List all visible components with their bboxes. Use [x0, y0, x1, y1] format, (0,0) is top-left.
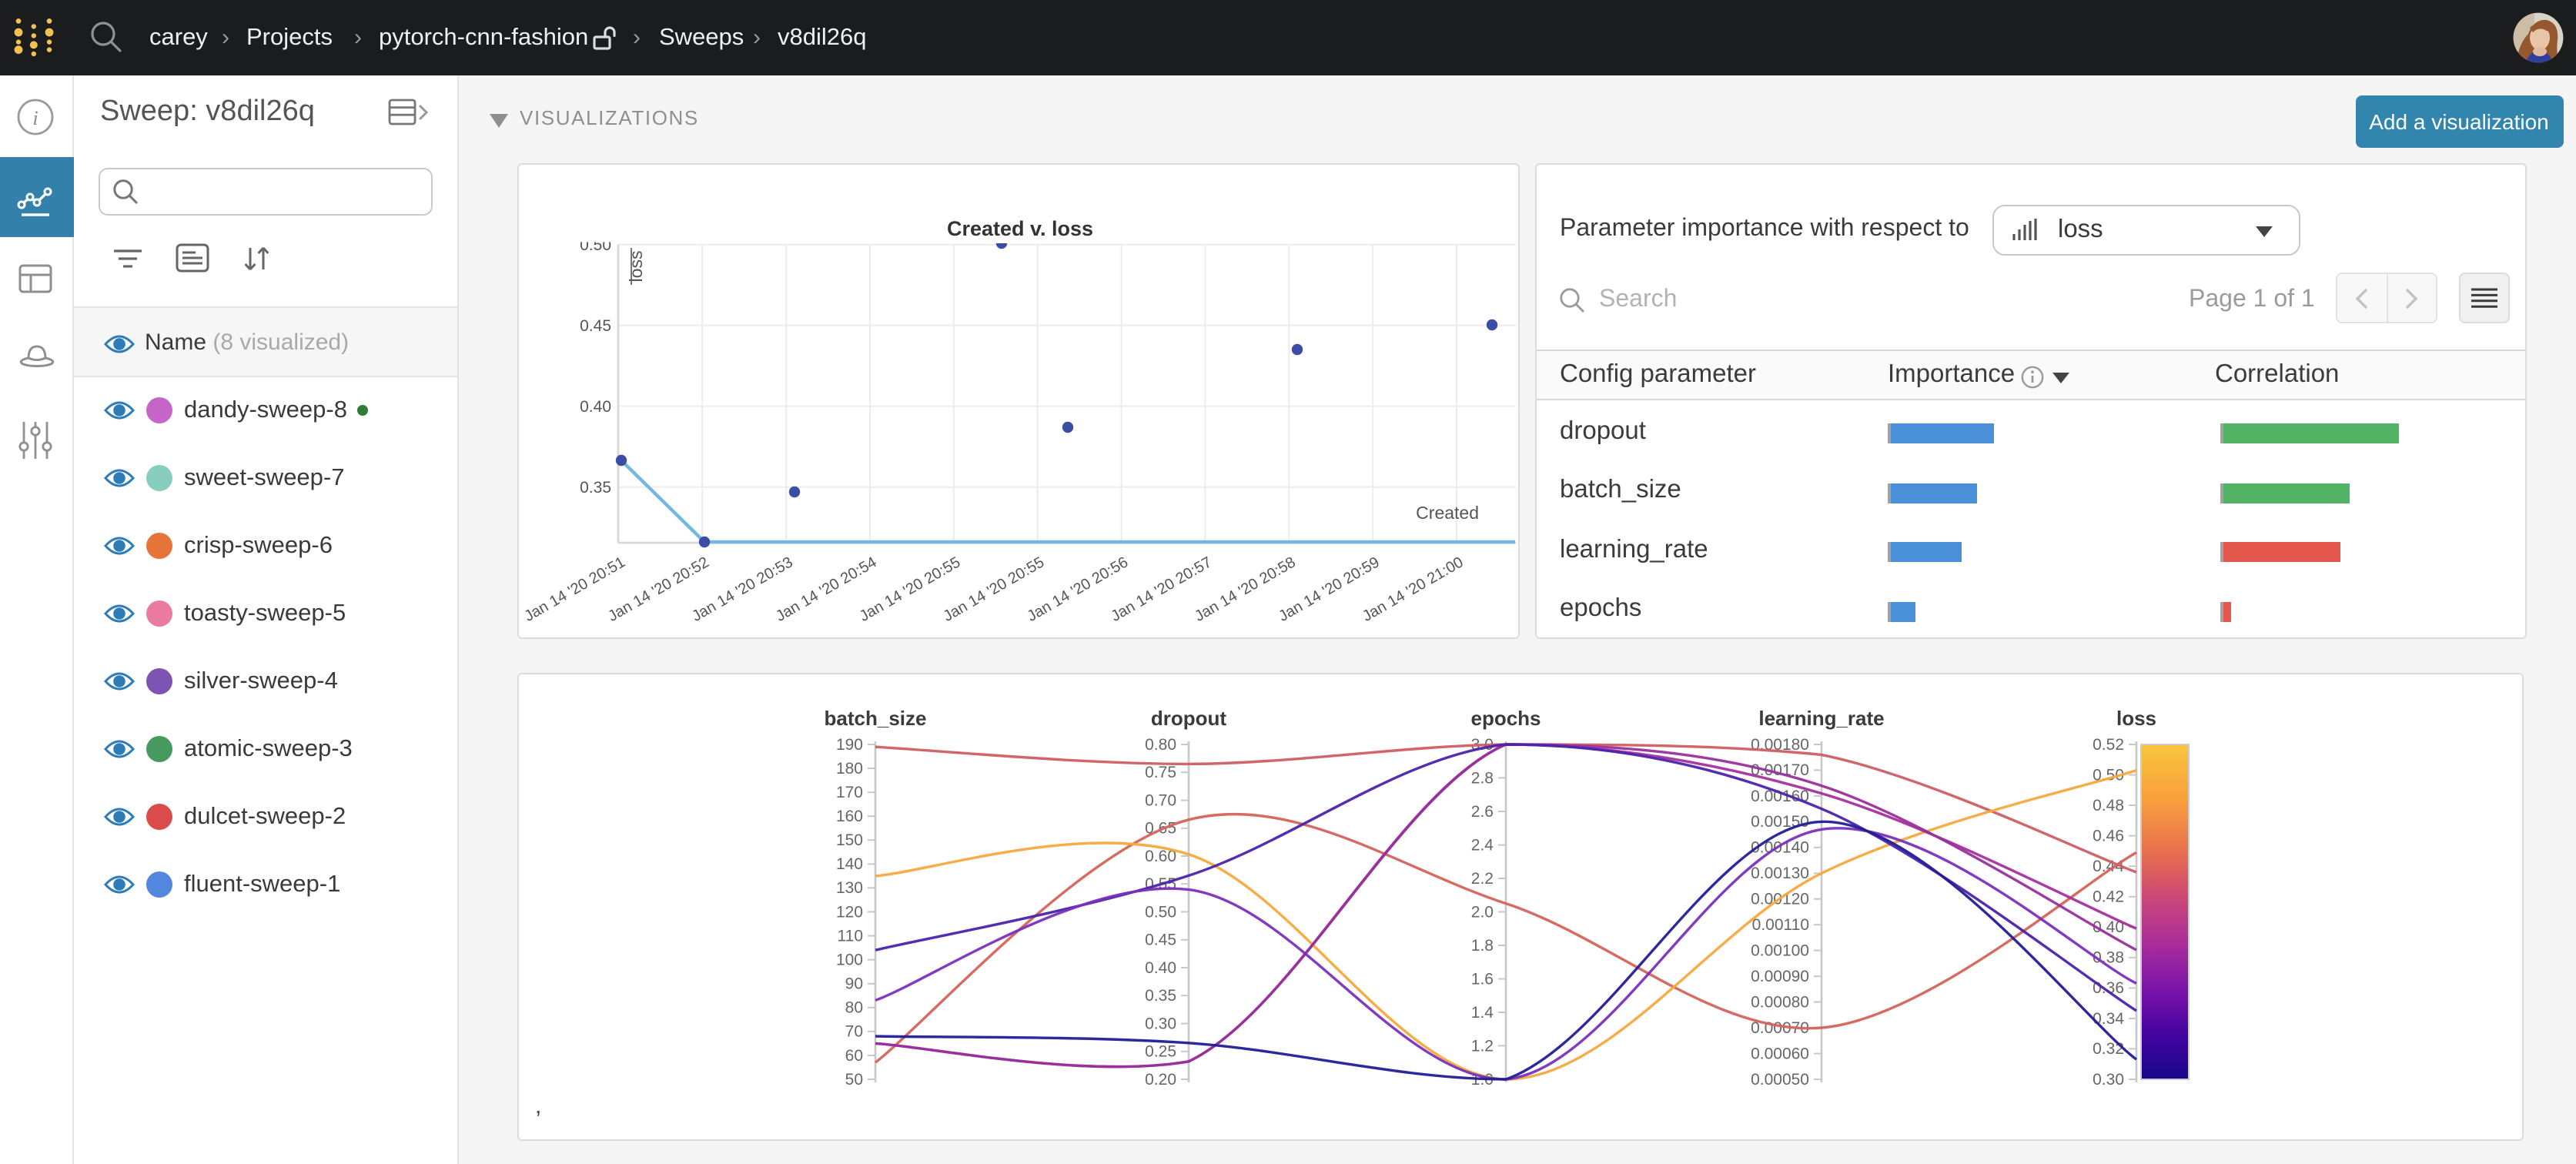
svg-text:1.8: 1.8 [1470, 937, 1493, 955]
svg-text:0.45: 0.45 [579, 317, 611, 335]
svg-text:0.20: 0.20 [1144, 1071, 1176, 1089]
svg-text:learning_rate: learning_rate [1758, 707, 1883, 730]
svg-text:90: 90 [845, 975, 862, 993]
svg-text:50: 50 [845, 1071, 862, 1089]
svg-text:130: 130 [835, 879, 862, 897]
svg-text:0.00110: 0.00110 [1751, 916, 1808, 934]
svg-text:150: 150 [835, 831, 862, 849]
svg-text:0.30: 0.30 [2092, 1071, 2123, 1089]
svg-text:110: 110 [837, 927, 862, 945]
svg-text:80: 80 [845, 999, 862, 1017]
svg-text:batch_size: batch_size [824, 707, 926, 730]
svg-text:0.00160: 0.00160 [1750, 788, 1808, 805]
svg-text:Created v. loss: Created v. loss [946, 217, 1092, 240]
svg-text:0.00080: 0.00080 [1750, 993, 1808, 1011]
svg-text:0.46: 0.46 [2092, 827, 2123, 845]
svg-text:Created: Created [1415, 503, 1478, 523]
svg-text:0.36: 0.36 [2092, 979, 2123, 997]
svg-text:0.30: 0.30 [1144, 1015, 1176, 1032]
svg-text:loss: loss [2116, 707, 2156, 730]
svg-text:0.00140: 0.00140 [1750, 839, 1808, 857]
svg-text:loss: loss [625, 251, 645, 283]
svg-text:0.52: 0.52 [2092, 736, 2123, 754]
svg-text:190: 190 [835, 736, 862, 754]
svg-text:2.2: 2.2 [1470, 870, 1493, 888]
svg-text:0.00060: 0.00060 [1750, 1045, 1808, 1062]
svg-text:0.42: 0.42 [2092, 888, 2123, 906]
svg-text:60: 60 [845, 1047, 862, 1065]
svg-text:0.40: 0.40 [579, 398, 611, 416]
svg-text:0.34: 0.34 [2092, 1010, 2123, 1028]
svg-text:0.80: 0.80 [1144, 736, 1176, 754]
svg-text:0.00050: 0.00050 [1750, 1071, 1808, 1089]
svg-text:i: i [32, 107, 38, 129]
svg-text:0.45: 0.45 [1144, 932, 1176, 949]
svg-text:160: 160 [835, 808, 862, 825]
svg-text:0.35: 0.35 [1144, 987, 1176, 1005]
svg-text:120: 120 [835, 903, 862, 921]
svg-text:140: 140 [835, 855, 862, 873]
svg-text:2.6: 2.6 [1470, 803, 1493, 821]
svg-text:0.35: 0.35 [579, 479, 611, 497]
svg-text:0.00150: 0.00150 [1750, 813, 1808, 831]
svg-text:170: 170 [835, 784, 862, 801]
svg-text:0.70: 0.70 [1144, 791, 1176, 809]
svg-text:0.50: 0.50 [1144, 903, 1176, 921]
svg-text:100: 100 [835, 951, 862, 968]
svg-text:1.4: 1.4 [1470, 1004, 1494, 1022]
svg-text:0.75: 0.75 [1144, 764, 1176, 781]
svg-text:0.00090: 0.00090 [1750, 968, 1808, 985]
svg-text:0.00100: 0.00100 [1750, 942, 1808, 959]
svg-text:0.40: 0.40 [1144, 959, 1176, 977]
svg-text:1.2: 1.2 [1470, 1037, 1493, 1055]
svg-text:0.25: 0.25 [1144, 1043, 1176, 1061]
svg-text:dropout: dropout [1150, 707, 1226, 730]
svg-text:epochs: epochs [1470, 707, 1540, 730]
svg-text:180: 180 [835, 760, 862, 778]
svg-text:2.8: 2.8 [1470, 769, 1493, 787]
svg-text:1.6: 1.6 [1470, 970, 1493, 988]
svg-text:0.00130: 0.00130 [1750, 865, 1808, 882]
svg-text:2.4: 2.4 [1470, 836, 1494, 854]
svg-text:70: 70 [845, 1023, 862, 1041]
svg-text:0.48: 0.48 [2092, 797, 2123, 814]
svg-text:2.0: 2.0 [1470, 903, 1493, 921]
